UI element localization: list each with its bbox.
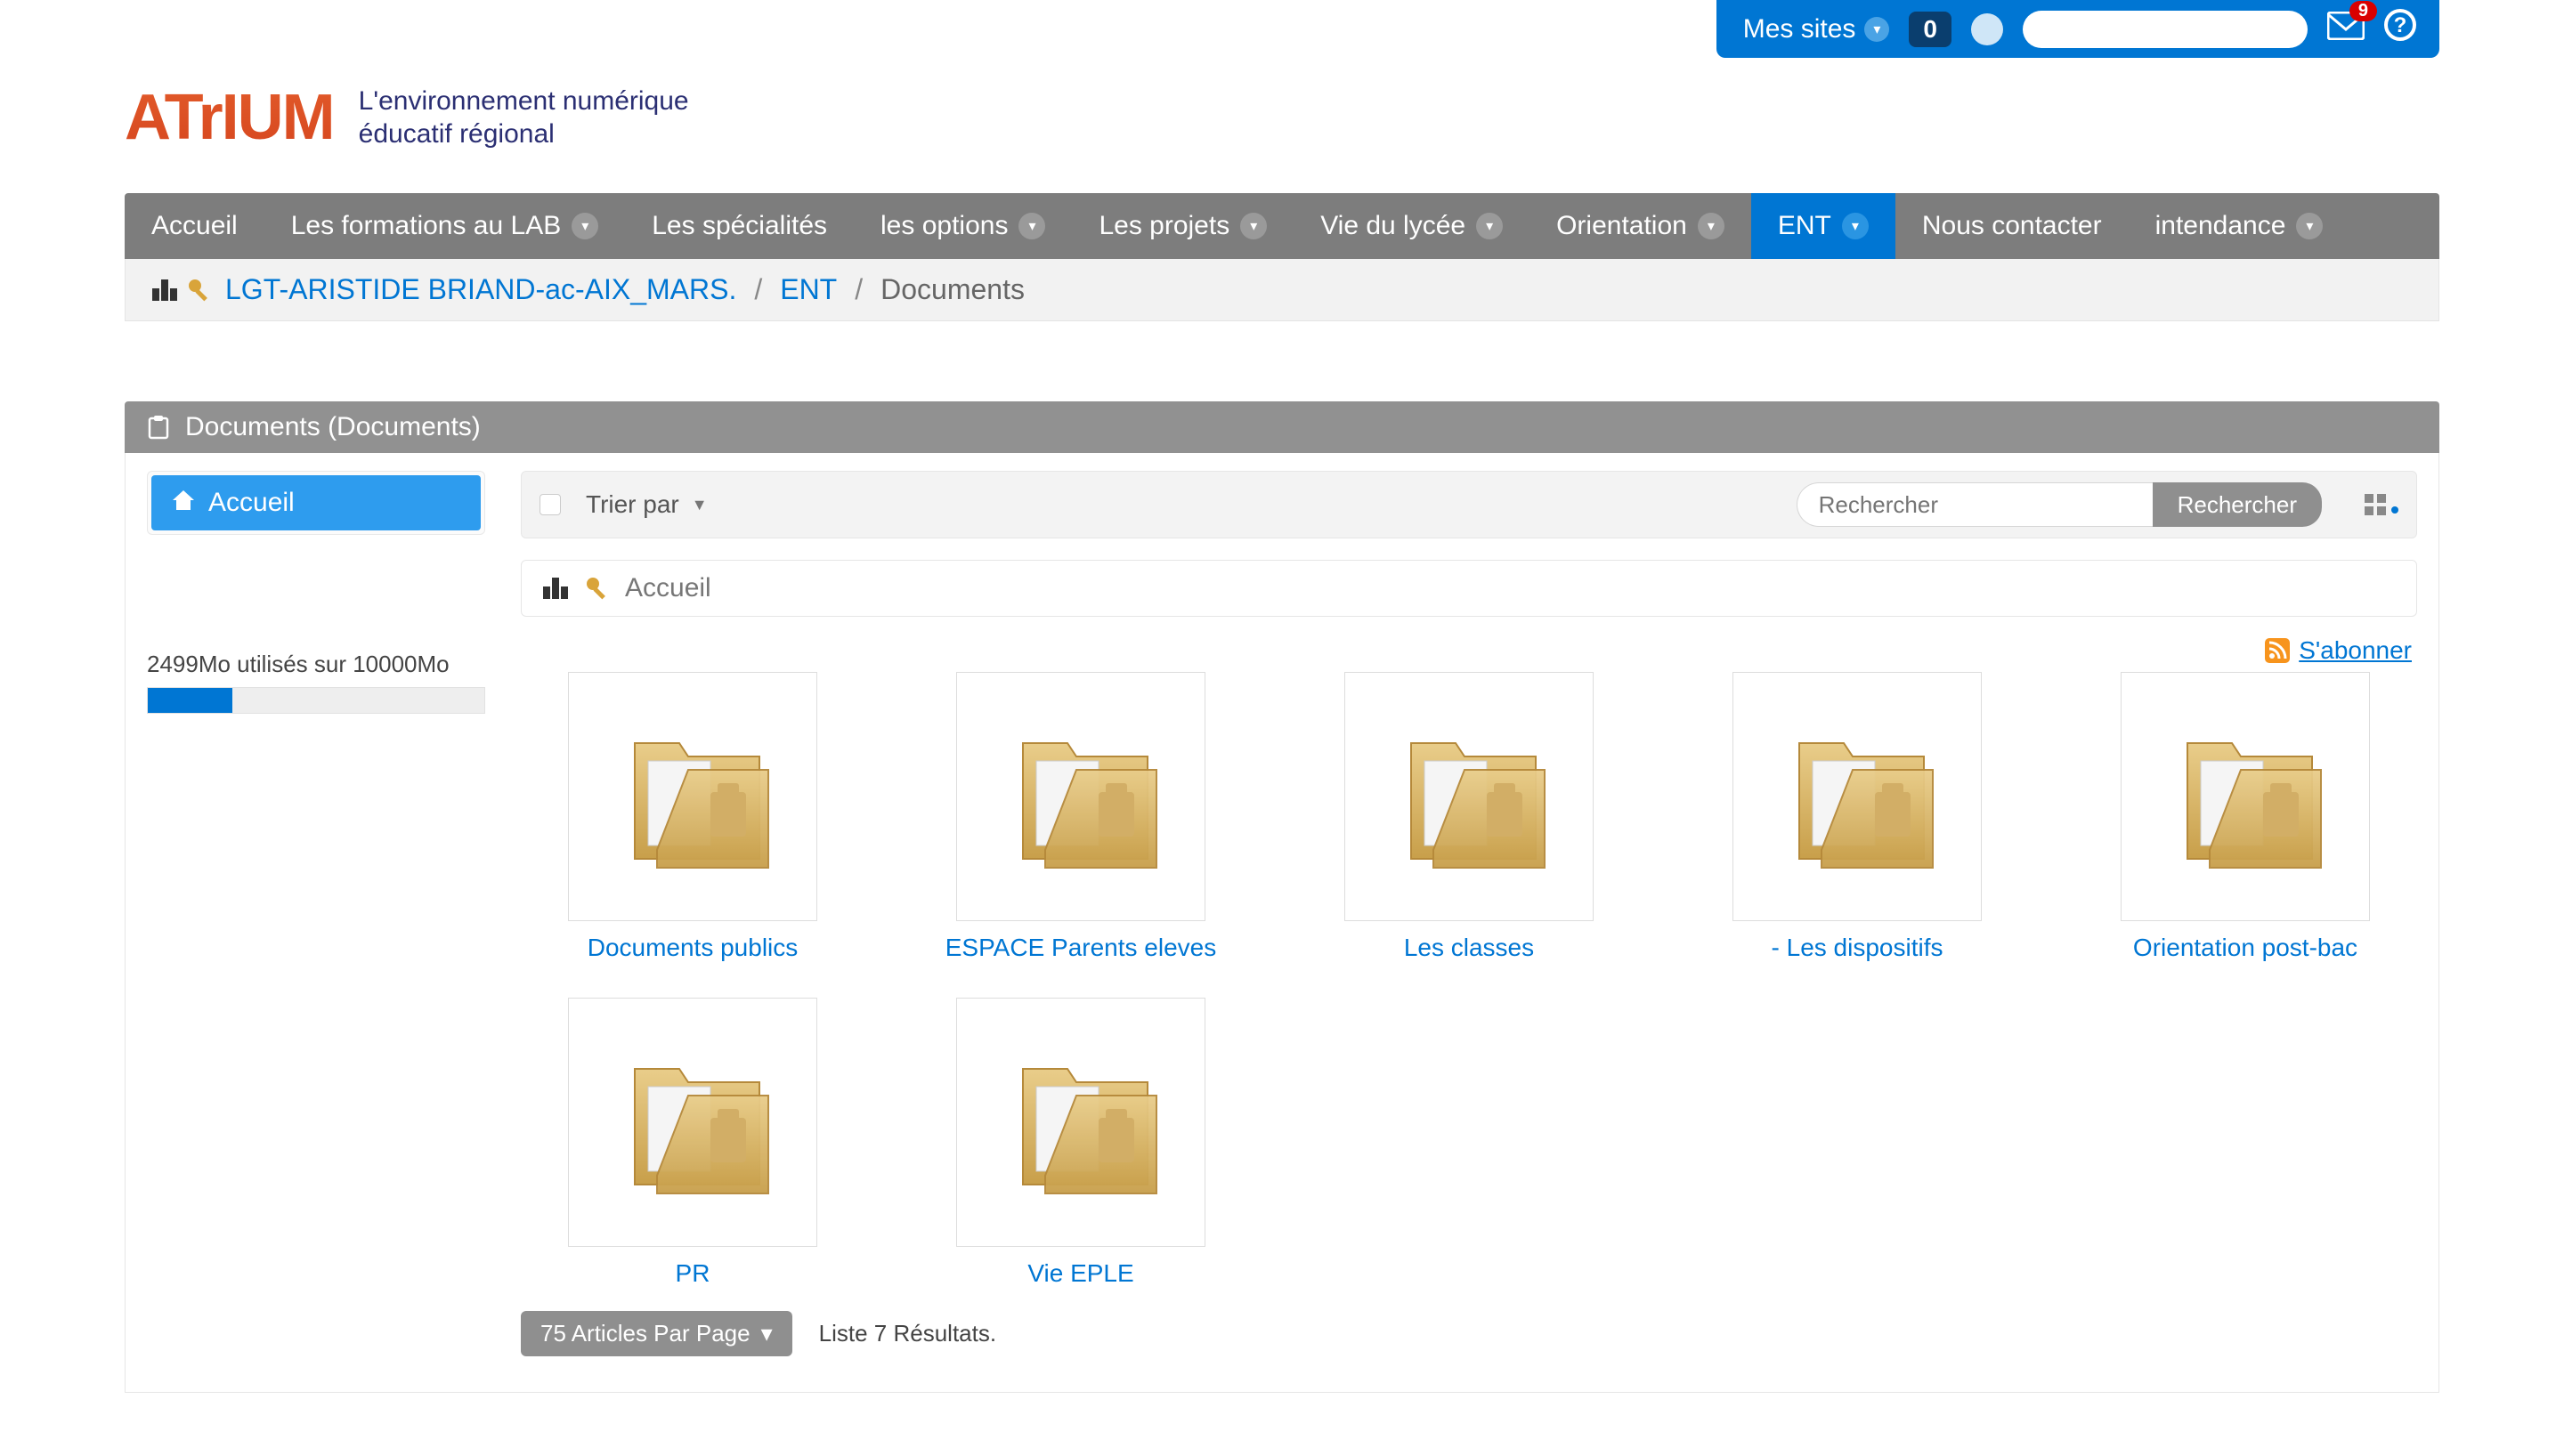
chevron-down-icon: ▾ (1476, 213, 1503, 239)
folder-label: - Les dispositifs (1772, 934, 1943, 962)
user-menu[interactable] (2023, 11, 2308, 48)
chevron-down-icon: ▾ (1864, 17, 1889, 42)
folder-item[interactable]: - Les dispositifs (1685, 672, 2029, 962)
atrium-logo: ATrIUM (125, 81, 334, 154)
breadcrumb: LGT-ARISTIDE BRIAND-ac-AIX_MARS. / ENT /… (125, 259, 2439, 321)
nav-orientation[interactable]: Orientation▾ (1529, 193, 1751, 259)
main-nav: Accueil Les formations au LAB▾ Les spéci… (125, 193, 2439, 259)
breadcrumb-current: Documents (880, 273, 1025, 306)
page-size-dropdown[interactable]: 75 Articles Par Page ▾ (521, 1311, 792, 1356)
nav-projets[interactable]: Les projets▾ (1072, 193, 1294, 259)
nav-formations[interactable]: Les formations au LAB▾ (264, 193, 626, 259)
sidebar-item-accueil[interactable]: Accueil (151, 475, 481, 530)
folder-item[interactable]: PR (521, 998, 864, 1288)
panel-header: Documents (Documents) (125, 401, 2439, 453)
folder-item[interactable]: Orientation post-bac (2073, 672, 2417, 962)
my-sites-label: Mes sites (1743, 14, 1856, 44)
sort-dropdown[interactable]: Trier par ▼ (586, 490, 708, 519)
search-button[interactable]: Rechercher (2153, 482, 2322, 527)
chevron-down-icon: ▼ (692, 496, 708, 514)
svg-text:?: ? (2394, 13, 2407, 37)
folder-label: ESPACE Parents eleves (945, 934, 1217, 962)
chevron-down-icon: ▾ (1698, 213, 1724, 239)
mail-button[interactable]: 9 (2327, 12, 2365, 46)
chevron-down-icon: ▾ (1018, 213, 1045, 239)
rss-icon (2265, 638, 2290, 663)
organization-icon (541, 576, 570, 601)
sidebar-nav: Accueil (147, 471, 485, 535)
nav-intendance[interactable]: intendance▾ (2129, 193, 2350, 259)
folder-item[interactable]: Documents publics (521, 672, 864, 962)
folder-label: Orientation post-bac (2133, 934, 2357, 962)
nav-contacter[interactable]: Nous contacter (1895, 193, 2129, 259)
folder-icon (1732, 672, 1982, 921)
brand-row: ATrIUM L'environnement numérique éducati… (0, 58, 2564, 193)
quota-fill (148, 688, 232, 713)
home-icon (171, 489, 196, 518)
organization-icon (150, 278, 179, 303)
folder-label: Les classes (1404, 934, 1534, 962)
chevron-down-icon: ▾ (572, 213, 598, 239)
breadcrumb-ent[interactable]: ENT (780, 273, 837, 306)
location-bar: Accueil (521, 560, 2417, 617)
chevron-down-icon: ▾ (2296, 213, 2323, 239)
subscribe-link[interactable]: S'abonner (2265, 636, 2412, 665)
nav-ent[interactable]: ENT▾ (1751, 193, 1895, 259)
search-input[interactable] (1797, 482, 2153, 527)
nav-specialites[interactable]: Les spécialités (625, 193, 854, 259)
sites-count[interactable]: 0 (1909, 12, 1951, 47)
chevron-down-icon: ▾ (761, 1320, 773, 1347)
my-sites-dropdown[interactable]: Mes sites ▾ (1743, 14, 1890, 44)
folder-icon (568, 998, 817, 1247)
folder-item[interactable]: Les classes (1297, 672, 1641, 962)
folder-icon (568, 672, 817, 921)
folder-label: Documents publics (588, 934, 799, 962)
location-label: Accueil (625, 573, 711, 603)
chevron-down-icon: ▾ (1842, 213, 1869, 239)
folder-icon (1344, 672, 1594, 921)
panel-title: Documents (Documents) (185, 412, 481, 442)
clipboard-icon (146, 415, 171, 440)
grid-icon (2365, 494, 2386, 515)
list-toolbar: Trier par ▼ Rechercher (521, 471, 2417, 538)
avatar[interactable] (1971, 13, 2003, 45)
folder-item[interactable]: ESPACE Parents eleves (909, 672, 1253, 962)
folder-icon (956, 998, 1205, 1247)
folder-icon (956, 672, 1205, 921)
key-icon (584, 575, 611, 602)
folder-label: Vie EPLE (1027, 1259, 1133, 1288)
nav-vie[interactable]: Vie du lycée▾ (1294, 193, 1529, 259)
nav-options[interactable]: les options▾ (854, 193, 1072, 259)
results-count: Liste 7 Résultats. (819, 1320, 996, 1347)
select-all-checkbox[interactable] (540, 494, 561, 515)
help-button[interactable]: ? (2384, 9, 2416, 49)
mail-badge: 9 (2349, 1, 2377, 21)
quota-bar (147, 687, 485, 714)
key-icon (186, 277, 213, 303)
quota-text: 2499Mo utilisés sur 10000Mo (147, 651, 485, 678)
chevron-down-icon: ▾ (1240, 213, 1267, 239)
sidebar-item-label: Accueil (208, 488, 295, 518)
brand-tagline: L'environnement numérique éducatif régio… (359, 85, 689, 151)
breadcrumb-site[interactable]: LGT-ARISTIDE BRIAND-ac-AIX_MARS. (225, 273, 736, 306)
folder-icon (2121, 672, 2370, 921)
top-bar: Mes sites ▾ 0 9 ? (0, 0, 2564, 58)
view-grid-button[interactable] (2365, 494, 2398, 515)
folder-label: PR (676, 1259, 710, 1288)
folder-item[interactable]: Vie EPLE (909, 998, 1253, 1288)
nav-accueil[interactable]: Accueil (125, 193, 264, 259)
folder-grid: Documents publics ESPACE Parents eleves … (521, 672, 2417, 1288)
